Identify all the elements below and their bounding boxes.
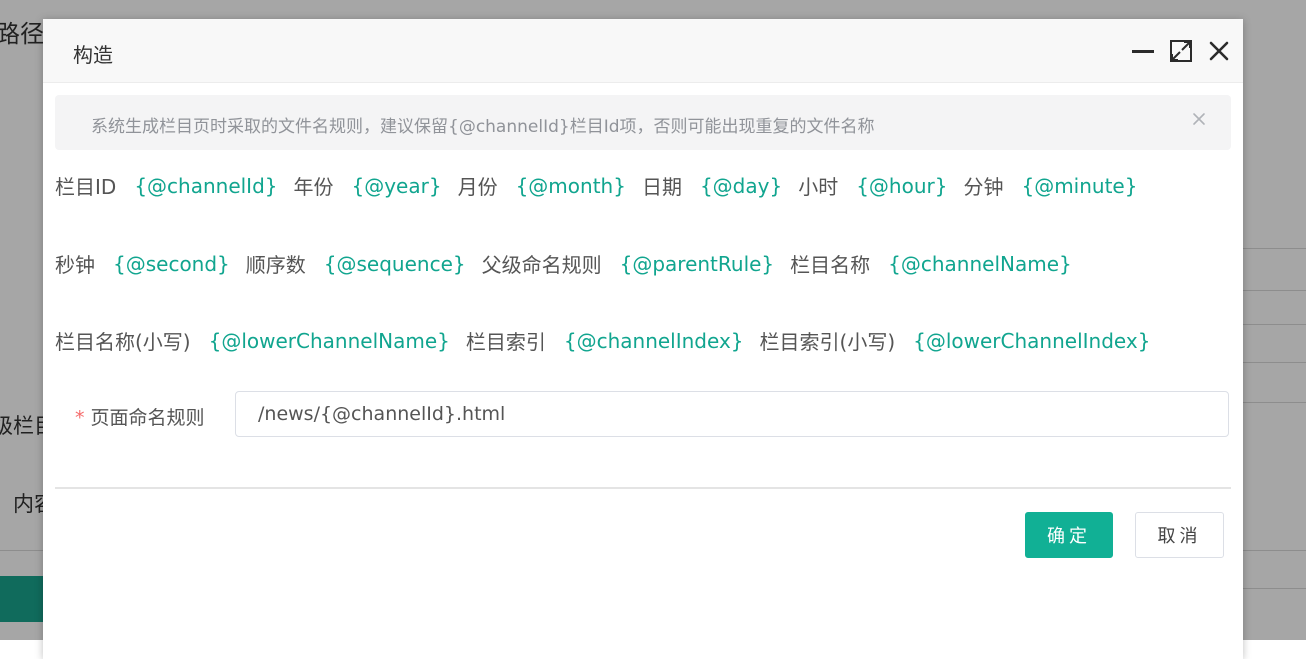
dialog-header: 构造: [43, 19, 1243, 83]
minimize-icon[interactable]: [1131, 39, 1155, 63]
required-mark: *: [75, 407, 85, 429]
page-naming-rule-label: * 页面命名规则: [75, 403, 205, 430]
dialog-title: 构造: [73, 43, 113, 67]
variable-row-1: 栏目ID {@channelId} 年份 {@year} 月份 {@month}…: [55, 171, 1153, 200]
construct-dialog: 构造 系统生成栏目页时采取的文件名规则，建议保留{@channelId}栏目Id…: [43, 19, 1243, 659]
var-label-parent-rule: 父级命名规则: [481, 253, 602, 277]
var-code-day[interactable]: {@day}: [700, 174, 782, 198]
alert-message: 系统生成栏目页时采取的文件名规则，建议保留{@channelId}栏目Id项，否…: [91, 117, 875, 137]
var-code-year[interactable]: {@year}: [352, 174, 442, 198]
cancel-button[interactable]: 取消: [1135, 512, 1224, 558]
close-icon[interactable]: [1207, 39, 1231, 63]
var-label-lower-channel-index: 栏目索引(小写): [759, 330, 896, 354]
dialog-window-controls: [1131, 39, 1231, 63]
var-code-minute[interactable]: {@minute}: [1021, 174, 1137, 198]
variable-row-2: 秒钟 {@second} 顺序数 {@sequence} 父级命名规则 {@pa…: [55, 249, 1088, 278]
var-code-sequence[interactable]: {@sequence}: [324, 252, 466, 276]
var-label-second: 秒钟: [55, 253, 95, 277]
info-alert: 系统生成栏目页时采取的文件名规则，建议保留{@channelId}栏目Id项，否…: [55, 95, 1231, 150]
page-naming-rule-label-text: 页面命名规则: [90, 407, 205, 429]
maximize-icon[interactable]: [1169, 39, 1193, 63]
var-code-channel-name[interactable]: {@channelName}: [888, 252, 1072, 276]
var-label-hour: 小时: [798, 175, 839, 199]
variable-row-3: 栏目名称(小写) {@lowerChannelName} 栏目索引 {@chan…: [55, 326, 1166, 355]
var-code-month[interactable]: {@month}: [516, 174, 626, 198]
var-label-day: 日期: [641, 175, 682, 199]
var-code-parent-rule[interactable]: {@parentRule}: [620, 252, 775, 276]
var-label-minute: 分钟: [963, 175, 1004, 199]
var-code-channel-index[interactable]: {@channelIndex}: [564, 329, 744, 353]
var-code-lower-channel-name[interactable]: {@lowerChannelName}: [209, 329, 450, 353]
var-code-second[interactable]: {@second}: [113, 252, 230, 276]
var-code-lower-channel-index[interactable]: {@lowerChannelIndex}: [913, 329, 1150, 353]
var-label-channel-name: 栏目名称: [790, 253, 871, 277]
var-label-lower-channel-name: 栏目名称(小写): [55, 330, 191, 354]
page-naming-rule-input[interactable]: [235, 391, 1229, 437]
confirm-button[interactable]: 确定: [1025, 512, 1113, 558]
var-code-hour[interactable]: {@hour}: [856, 174, 947, 198]
var-label-channel-index: 栏目索引: [465, 330, 546, 354]
footer-divider: [55, 487, 1231, 489]
var-label-year: 年份: [293, 175, 334, 199]
var-label-month: 月份: [457, 175, 498, 199]
alert-close-icon[interactable]: [1189, 109, 1209, 129]
var-code-channel-id[interactable]: {@channelId}: [134, 174, 277, 198]
var-label-sequence: 顺序数: [245, 253, 306, 277]
var-label-channel-id: 栏目ID: [55, 175, 117, 199]
page-naming-rule-row: * 页面命名规则: [55, 391, 1231, 439]
